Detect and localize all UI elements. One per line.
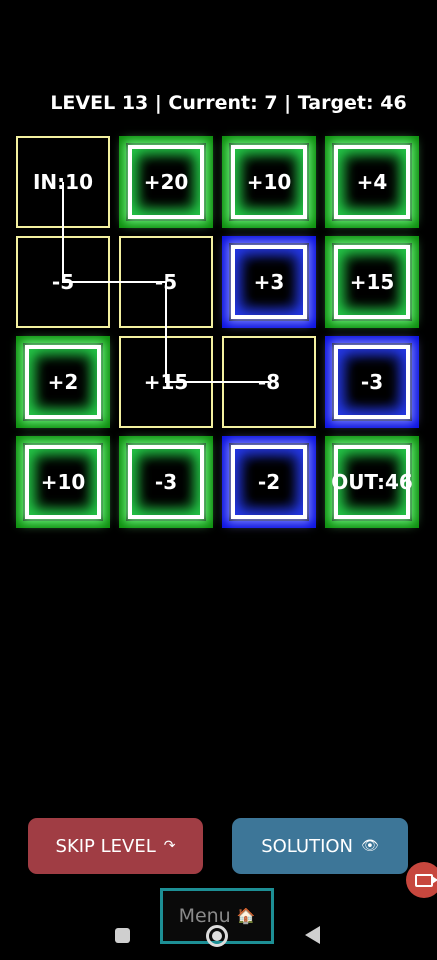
grid-cell[interactable]: +10 bbox=[222, 136, 316, 228]
grid-cell[interactable]: +10 bbox=[16, 436, 110, 528]
grid-cell[interactable]: +15 bbox=[325, 236, 419, 328]
screen-recorder-button[interactable] bbox=[406, 862, 437, 898]
grid-cell[interactable]: +2 bbox=[16, 336, 110, 428]
cell-value: IN:10 bbox=[32, 170, 93, 194]
skip-level-button[interactable]: SKIP LEVEL ↷ bbox=[28, 818, 203, 874]
skip-level-label: SKIP LEVEL bbox=[55, 835, 156, 857]
grid-cell[interactable]: -2 bbox=[222, 436, 316, 528]
cell-value: +10 bbox=[246, 170, 292, 194]
house-icon: 🏠 bbox=[236, 907, 256, 925]
solution-label: SOLUTION bbox=[261, 835, 354, 857]
cell-value: +2 bbox=[47, 370, 79, 394]
cell-value: -5 bbox=[154, 270, 178, 294]
grid-cell[interactable]: -5 bbox=[16, 236, 110, 328]
cell-value: -5 bbox=[51, 270, 75, 294]
home-nav-button[interactable] bbox=[206, 925, 228, 947]
cell-value: +15 bbox=[143, 370, 189, 394]
grid-cell[interactable]: +3 bbox=[222, 236, 316, 328]
redo-arrow-icon: ↷ bbox=[163, 838, 176, 854]
grid-cell[interactable]: -3 bbox=[119, 436, 213, 528]
back-nav-button[interactable] bbox=[305, 926, 320, 944]
grid-cell[interactable]: -5 bbox=[119, 236, 213, 328]
cell-value: +20 bbox=[143, 170, 189, 194]
cell-value: +10 bbox=[40, 470, 86, 494]
grid-cell[interactable]: -8 bbox=[222, 336, 316, 428]
level-status: LEVEL 13 | Current: 7 | Target: 46 bbox=[50, 92, 407, 114]
video-camera-icon bbox=[415, 873, 433, 887]
menu-label: Menu bbox=[178, 905, 231, 927]
grid-cell[interactable]: -3 bbox=[325, 336, 419, 428]
eye-icon: 👁 bbox=[361, 838, 379, 854]
cell-value: -8 bbox=[257, 370, 281, 394]
solution-button[interactable]: SOLUTION 👁 bbox=[232, 818, 408, 874]
cell-value: +3 bbox=[253, 270, 285, 294]
grid-cell[interactable]: +15 bbox=[119, 336, 213, 428]
grid-cell[interactable]: +20 bbox=[119, 136, 213, 228]
cell-value: -2 bbox=[257, 470, 281, 494]
recents-nav-button[interactable] bbox=[115, 928, 130, 943]
cell-value: -3 bbox=[360, 370, 384, 394]
grid-cell[interactable]: IN:10 bbox=[16, 136, 110, 228]
grid-cell[interactable]: OUT:46 bbox=[325, 436, 419, 528]
grid-cell[interactable]: +4 bbox=[325, 136, 419, 228]
cell-value: +4 bbox=[356, 170, 388, 194]
cell-value: -3 bbox=[154, 470, 178, 494]
cell-value: OUT:46 bbox=[331, 470, 413, 494]
puzzle-grid: IN:10 +20 +10 +4 -5 -5 +3 +15 +2 +15 -8 -3 +10 -3 -2 OU… bbox=[16, 136, 419, 528]
cell-value: +15 bbox=[349, 270, 395, 294]
